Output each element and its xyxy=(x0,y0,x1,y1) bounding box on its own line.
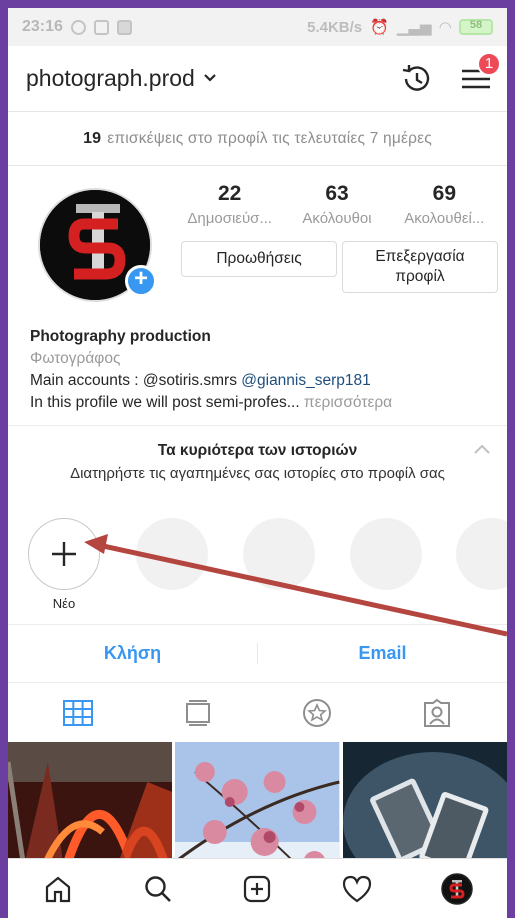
highlight-placeholder xyxy=(350,518,422,590)
profile-name: Photography production xyxy=(30,328,211,345)
home-icon[interactable] xyxy=(41,872,75,906)
highlight-placeholder xyxy=(243,518,315,590)
alarm-icon: ⏰ xyxy=(370,19,389,36)
tagged-tab-icon[interactable] xyxy=(420,696,454,730)
battery-icon: 58 xyxy=(459,19,493,35)
edit-profile-label-2: προφίλ xyxy=(395,268,445,285)
email-button[interactable]: Email xyxy=(257,643,507,664)
edit-profile-button[interactable]: Επεξεργασία προφίλ xyxy=(342,241,498,293)
heart-icon[interactable] xyxy=(340,872,374,906)
promotions-button[interactable]: Προωθήσεις xyxy=(181,241,337,277)
add-story-plus-icon[interactable]: + xyxy=(125,265,157,297)
menu-icon[interactable]: 1 xyxy=(459,51,501,96)
account-switcher[interactable]: photograph.prod xyxy=(26,65,217,92)
profile-stats: 22 Δημοσιεύσ... 63 Ακόλουθοι 69 Ακολουθε… xyxy=(176,182,498,227)
story-highlights-row: Νέο xyxy=(8,514,507,614)
following-count: 69 xyxy=(432,182,456,205)
app-frame: 23:16 5.4KB/s ⏰ ▁▃▅ ◠ 58 photograph.prod xyxy=(8,8,507,918)
highlights-description: Διατηρήστε τις αγαπημένες σας ιστορίες σ… xyxy=(70,465,445,482)
history-icon[interactable] xyxy=(399,62,433,96)
followers-stat[interactable]: 63 Ακόλουθοι xyxy=(283,182,390,227)
profile-avatar-icon[interactable] xyxy=(440,872,474,906)
status-bar: 23:16 5.4KB/s ⏰ ▁▃▅ ◠ 58 xyxy=(8,8,507,46)
following-stat[interactable]: 69 Ακολουθεί... xyxy=(391,182,498,227)
chevron-up-icon[interactable] xyxy=(473,438,491,461)
highlight-placeholder xyxy=(456,518,507,590)
signal-icon: ▁▃▅ xyxy=(396,19,432,36)
username-label: photograph.prod xyxy=(26,65,195,91)
bio-line-2: In this profile we will post semi-profes… xyxy=(30,392,485,414)
grid-tab-icon[interactable] xyxy=(61,696,95,730)
bio-line-1: Main accounts : @sotiris.smrs @giannis_s… xyxy=(30,370,485,392)
bottom-navigation xyxy=(8,858,507,918)
wifi-icon: ◠ xyxy=(439,19,451,36)
status-time: 23:16 xyxy=(22,18,63,35)
new-highlight-button[interactable] xyxy=(28,518,100,590)
edit-profile-label-1: Επεξεργασία xyxy=(375,248,465,265)
profile-bio: Photography production Φωτογράφος Main a… xyxy=(8,326,507,426)
highlights-title: Τα κυριότερα των ιστοριών xyxy=(157,442,358,459)
profile-visits-banner[interactable]: 19 επισκέψεις στο προφίλ τις τελευταίες … xyxy=(8,112,507,166)
feed-tab-icon[interactable] xyxy=(181,696,215,730)
chevron-down-icon xyxy=(203,70,217,88)
visits-count: 19 xyxy=(83,129,102,147)
search-icon[interactable] xyxy=(141,872,175,906)
new-post-icon[interactable] xyxy=(240,872,274,906)
new-highlight-label: Νέο xyxy=(52,596,76,611)
profile-category: Φωτογράφος xyxy=(30,350,121,367)
story-highlights-header: Τα κυριότερα των ιστοριών Διατηρήστε τις… xyxy=(8,426,507,514)
visits-text: επισκέψεις στο προφίλ τις τελευταίες 7 η… xyxy=(107,129,432,147)
bio-accounts-text: Main accounts : @sotiris.smrs xyxy=(30,372,242,389)
more-link[interactable]: περισσότερα xyxy=(300,394,392,411)
followers-count: 63 xyxy=(325,182,349,205)
notification-badge: 1 xyxy=(477,51,501,76)
posts-label: Δημοσιεύσ... xyxy=(187,210,272,227)
bio-description: In this profile we will post semi-profes… xyxy=(30,394,300,411)
net-speed: 5.4KB/s xyxy=(307,18,363,36)
mention-link[interactable]: @giannis_serp181 xyxy=(241,372,371,389)
highlight-placeholder xyxy=(136,518,208,590)
contact-actions: Κλήση Email xyxy=(8,624,507,682)
call-button[interactable]: Κλήση xyxy=(8,643,257,664)
followers-label: Ακόλουθοι xyxy=(302,210,372,227)
profile-summary: + 22 Δημοσιεύσ... 63 Ακόλουθοι 69 Ακολου… xyxy=(8,166,507,326)
following-label: Ακολουθεί... xyxy=(404,210,485,227)
posts-stat[interactable]: 22 Δημοσιεύσ... xyxy=(176,182,283,227)
posts-count: 22 xyxy=(217,182,242,205)
profile-tabs xyxy=(8,682,507,742)
notification-icon xyxy=(70,19,86,35)
gallery-status-icon xyxy=(116,19,132,35)
profile-header: photograph.prod 1 xyxy=(8,46,507,112)
instagram-status-icon xyxy=(93,19,109,35)
star-tab-icon[interactable] xyxy=(300,696,334,730)
